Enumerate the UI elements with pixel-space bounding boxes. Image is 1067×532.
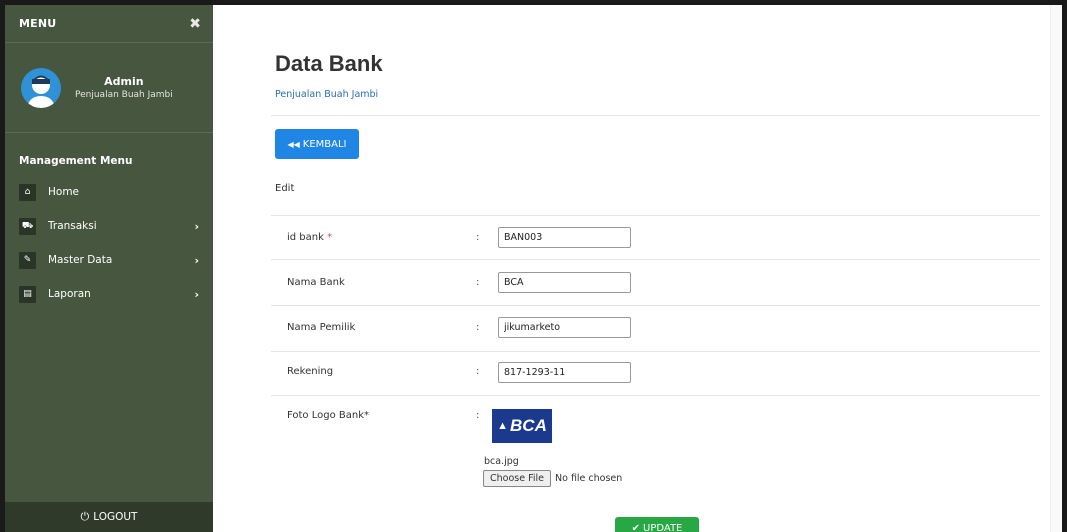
home-icon: ⌂ [19, 183, 36, 201]
colon: : [476, 277, 480, 288]
user-name: Admin [104, 75, 144, 88]
sidebar-item-laporan[interactable]: ▤ Laporan › [5, 277, 213, 311]
sidebar-item-label: Laporan [48, 288, 91, 300]
backward-icon: ◀◀ [287, 139, 300, 149]
divider [271, 115, 1040, 116]
field-label: Rekening [287, 366, 334, 377]
section-label: Edit [275, 183, 295, 194]
user-subtitle: Penjualan Buah Jambi [75, 90, 173, 100]
field-label: Nama Pemilik [287, 322, 356, 333]
nama-pemilik-input[interactable] [498, 317, 631, 338]
choose-file-button[interactable]: Choose File [483, 470, 551, 487]
form-row-nama-bank: Nama Bank : [271, 259, 1040, 305]
file-input: Choose File No file chosen [483, 470, 622, 487]
scrollbar[interactable] [1050, 5, 1062, 532]
cart-icon: ⛟ [19, 217, 36, 235]
menu-title: MENU [19, 17, 57, 30]
sidebar-item-label: Home [48, 186, 80, 198]
field-label: Foto Logo Bank* [287, 410, 370, 421]
sidebar-header: MENU ✖ [5, 5, 213, 43]
no-file-text: No file chosen [555, 473, 623, 484]
form-row-nama-pemilik: Nama Pemilik : [271, 305, 1040, 351]
sidebar-item-label: Transaksi [48, 220, 97, 232]
chevron-right-icon: › [194, 287, 199, 301]
form-row-logo: Foto Logo Bank* : [271, 395, 1040, 505]
required-marker: * [327, 232, 333, 243]
update-button-label: UPDATE [643, 522, 683, 532]
sidebar: MENU ✖ Admin Penjualan Buah Jambi Manage… [5, 5, 213, 532]
field-label-text: id bank [287, 232, 324, 243]
colon: : [476, 232, 480, 243]
rekening-input[interactable] [498, 362, 631, 383]
colon: : [476, 410, 480, 421]
management-menu-heading: Management Menu [19, 155, 133, 167]
form-row-id-bank: id bank * : [271, 215, 1040, 259]
nama-bank-input[interactable] [498, 272, 631, 293]
form-row-rekening: Rekening : [271, 351, 1040, 395]
field-label: id bank * [287, 232, 332, 243]
file-name: bca.jpg [484, 456, 519, 467]
calendar-icon: ▤ [19, 285, 36, 303]
id-bank-input[interactable] [498, 227, 631, 248]
sidebar-item-transaksi[interactable]: ⛟ Transaksi › [5, 209, 213, 243]
avatar [21, 67, 61, 108]
close-icon[interactable]: ✖ [189, 16, 201, 32]
logout-label: LOGOUT [93, 511, 138, 523]
chevron-right-icon: › [194, 219, 199, 233]
page-subtitle: Penjualan Buah Jambi [275, 89, 379, 100]
bank-logo-text: BCA [510, 416, 547, 435]
colon: : [476, 322, 480, 333]
bank-logo-image: ▲ BCA [492, 409, 552, 443]
bca-mark-icon: ▲ [497, 420, 509, 432]
sidebar-item-master-data[interactable]: ✎ Master Data › [5, 243, 213, 277]
edit-icon: ✎ [19, 251, 36, 269]
user-panel: Admin Penjualan Buah Jambi [5, 43, 213, 133]
check-icon: ✔ [631, 522, 640, 532]
chevron-right-icon: › [194, 253, 199, 267]
field-label: Nama Bank [287, 277, 345, 288]
colon: : [476, 366, 480, 377]
sidebar-item-label: Master Data [48, 254, 113, 266]
back-button-label: KEMBALI [302, 138, 347, 150]
logout-button[interactable]: ⏻ LOGOUT [5, 502, 213, 532]
app-window: MENU ✖ Admin Penjualan Buah Jambi Manage… [5, 5, 1062, 532]
sidebar-item-home[interactable]: ⌂ Home [5, 175, 213, 209]
update-button[interactable]: ✔ UPDATE [615, 517, 699, 532]
page-title: Data Bank [275, 51, 383, 76]
power-icon: ⏻ [80, 510, 90, 523]
back-button[interactable]: ◀◀ KEMBALI [275, 129, 359, 159]
